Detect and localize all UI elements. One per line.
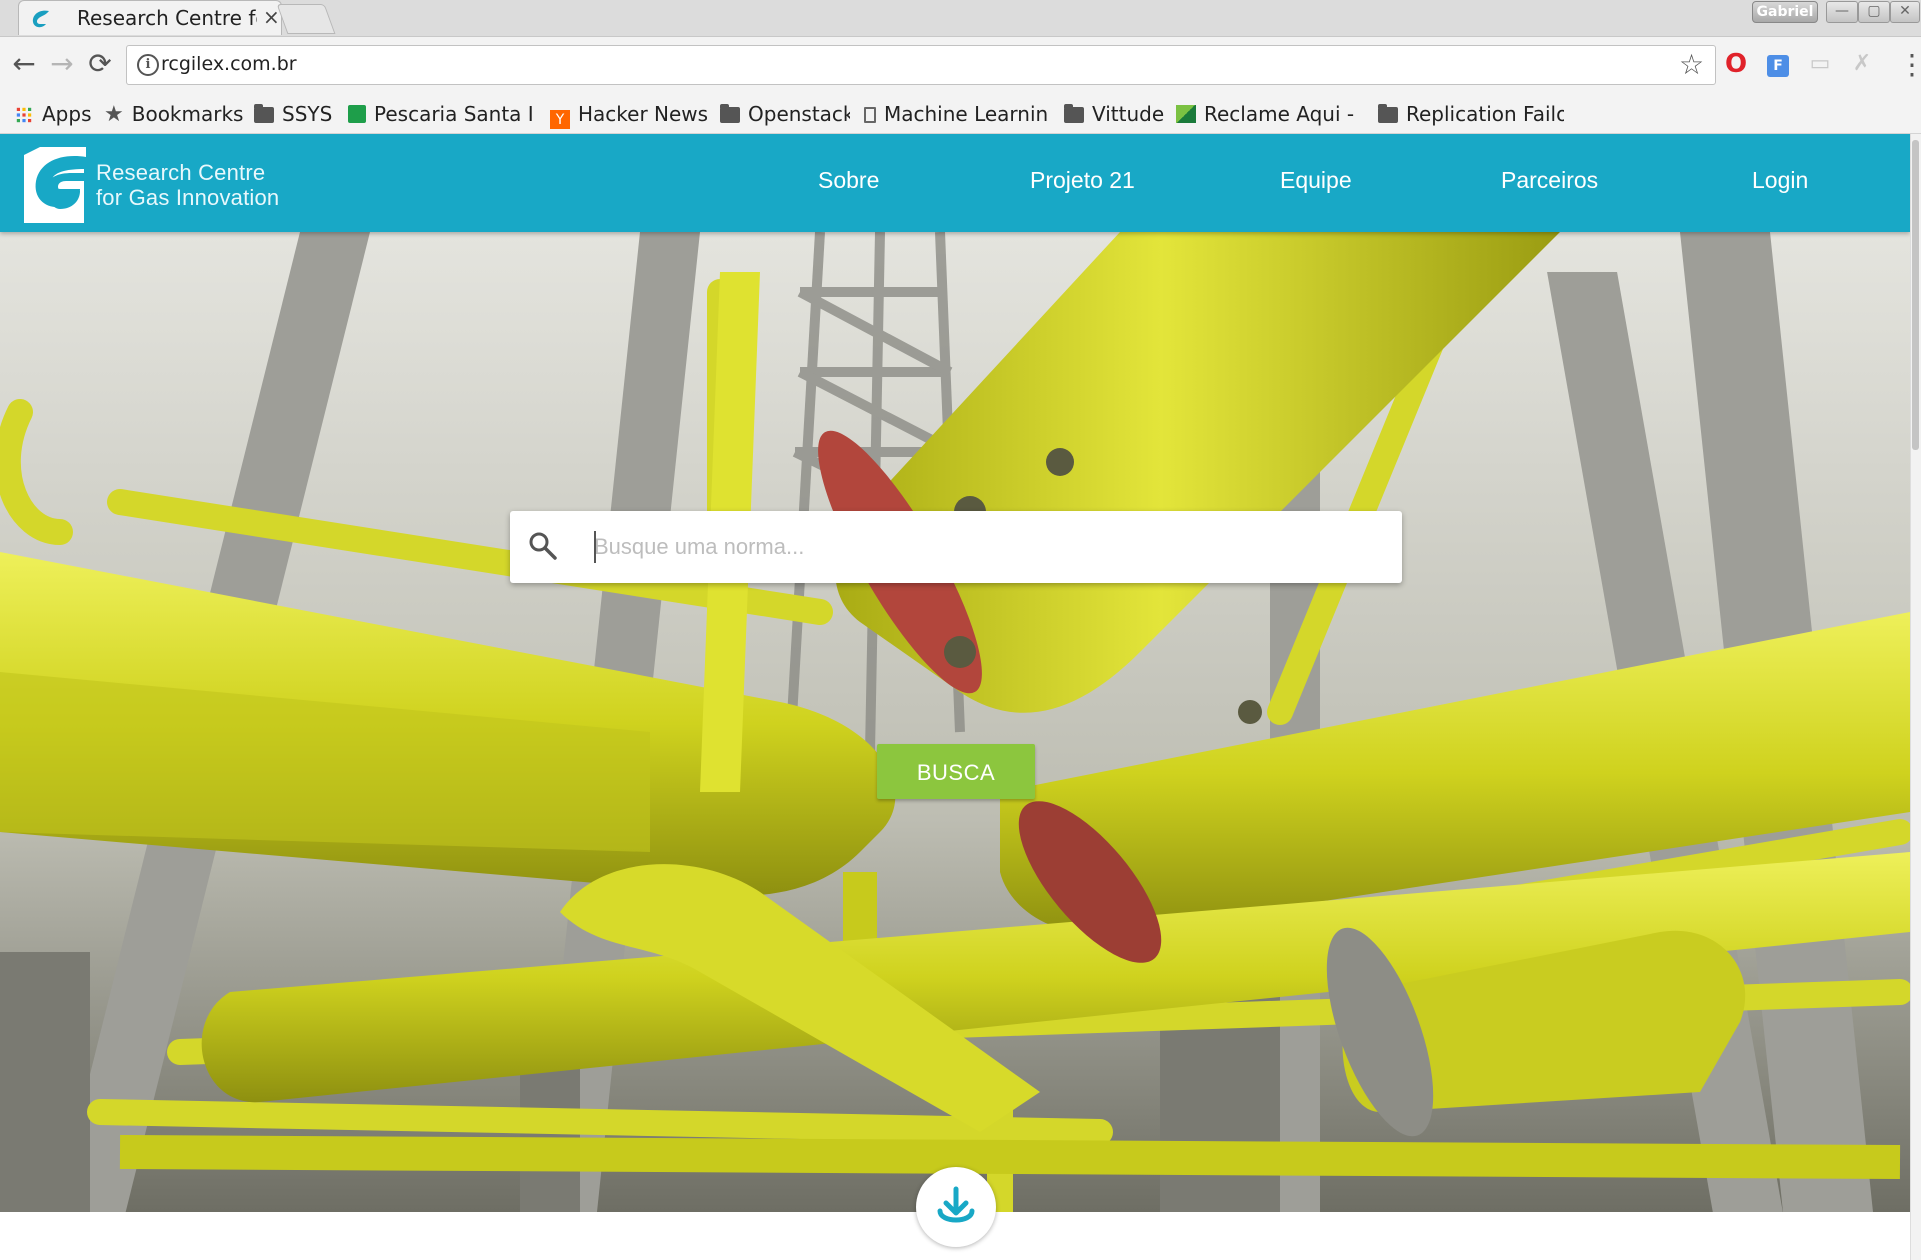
- minimize-button[interactable]: —: [1826, 1, 1858, 23]
- site-info-icon[interactable]: i: [137, 54, 159, 76]
- star-icon: ★: [104, 102, 124, 127]
- bookmark-replication[interactable]: Replication Failo: [1378, 99, 1564, 129]
- browser-tab[interactable]: Research Centre for ×: [18, 0, 282, 35]
- nav-equipe[interactable]: Equipe: [1280, 167, 1352, 194]
- logo-line-2: for Gas Innovation: [96, 185, 280, 210]
- folder-icon: [254, 104, 274, 123]
- bookmark-label: Pescaria Santa I: [374, 102, 534, 126]
- browser-menu-icon[interactable]: ⋮: [1898, 48, 1921, 81]
- arrow-down-icon: [937, 1186, 975, 1223]
- scrollbar-thumb[interactable]: [1912, 140, 1919, 450]
- search-icon: [529, 532, 557, 560]
- logo-line-1: Research Centre: [96, 160, 266, 185]
- bookmark-ssys[interactable]: SSYS: [254, 99, 336, 129]
- bookmark-label: Machine Learning: [884, 102, 1048, 126]
- opera-extension-icon[interactable]: O: [1720, 48, 1752, 80]
- search-button[interactable]: BUSCA: [877, 744, 1035, 799]
- bookmark-reclame-aqui[interactable]: Reclame Aqui - S: [1176, 99, 1360, 129]
- bookmark-pescaria[interactable]: Pescaria Santa I: [348, 99, 534, 129]
- site-favicon-icon: [32, 10, 49, 28]
- nav-sobre[interactable]: Sobre: [818, 167, 879, 194]
- text-cursor: [594, 531, 596, 563]
- back-button[interactable]: ←: [6, 44, 42, 84]
- address-bar[interactable]: i rcgilex.com.br ☆: [126, 45, 1716, 85]
- bookmark-label: Vittude: [1092, 102, 1165, 126]
- scroll-down-button[interactable]: [916, 1167, 996, 1247]
- pipes-illustration: [0, 232, 1910, 1212]
- ra-icon: [1176, 105, 1196, 123]
- logo-text[interactable]: Research Centre for Gas Innovation: [96, 160, 279, 210]
- apps-grid-icon: [16, 107, 32, 123]
- restore-button[interactable]: ▢: [1858, 1, 1890, 23]
- bookmark-label: Reclame Aqui - S: [1204, 102, 1360, 126]
- bookmark-label: Openstack: [748, 102, 850, 126]
- feedly-extension-icon[interactable]: F: [1762, 48, 1794, 80]
- bookmark-label: SSYS: [282, 102, 333, 126]
- bookmark-star-icon[interactable]: ☆: [1679, 48, 1704, 81]
- y-icon: Y: [550, 110, 570, 129]
- hero-background-image: [0, 232, 1910, 1212]
- bookmark-apps[interactable]: Apps: [14, 99, 94, 129]
- folder-icon: [720, 104, 740, 123]
- nav-login[interactable]: Login: [1752, 167, 1808, 194]
- chat-extension-icon[interactable]: ▭: [1804, 48, 1836, 80]
- page-icon: [864, 107, 876, 123]
- nav-parceiros[interactable]: Parceiros: [1501, 167, 1598, 194]
- bookmark-bookmarks[interactable]: ★ Bookmarks: [104, 99, 244, 129]
- search-box[interactable]: [510, 511, 1402, 583]
- bookmark-label: Bookmarks: [131, 102, 244, 126]
- pin-extension-icon[interactable]: ✗: [1846, 48, 1878, 80]
- bookmark-label: Apps: [42, 102, 92, 126]
- bookmark-openstack[interactable]: Openstack: [720, 99, 850, 129]
- sheet-icon: [348, 105, 366, 123]
- url-text[interactable]: rcgilex.com.br: [161, 53, 297, 75]
- folder-icon: [1378, 104, 1398, 123]
- nav-projeto-21[interactable]: Projeto 21: [1030, 167, 1135, 194]
- close-window-button[interactable]: ✕: [1890, 1, 1920, 23]
- page-viewport: Research Centre for Gas Innovation Sobre…: [0, 134, 1910, 1260]
- search-input[interactable]: [594, 525, 1374, 569]
- forward-button[interactable]: →: [44, 44, 80, 84]
- bookmark-vittude[interactable]: Vittude: [1064, 99, 1172, 129]
- bookmark-hacker-news[interactable]: Y Hacker News: [550, 99, 710, 129]
- bookmark-label: Replication Failo: [1406, 102, 1564, 126]
- bookmark-label: Hacker News: [578, 102, 709, 126]
- logo-icon[interactable]: [22, 147, 86, 223]
- tab-title: Research Centre for: [77, 6, 257, 30]
- bookmark-machine-learning[interactable]: Machine Learning: [864, 99, 1048, 129]
- profile-button[interactable]: Gabriel: [1752, 1, 1818, 23]
- site-header: Research Centre for Gas Innovation Sobre…: [0, 134, 1910, 232]
- folder-icon: [1064, 104, 1084, 123]
- reload-button[interactable]: ⟳: [82, 44, 118, 84]
